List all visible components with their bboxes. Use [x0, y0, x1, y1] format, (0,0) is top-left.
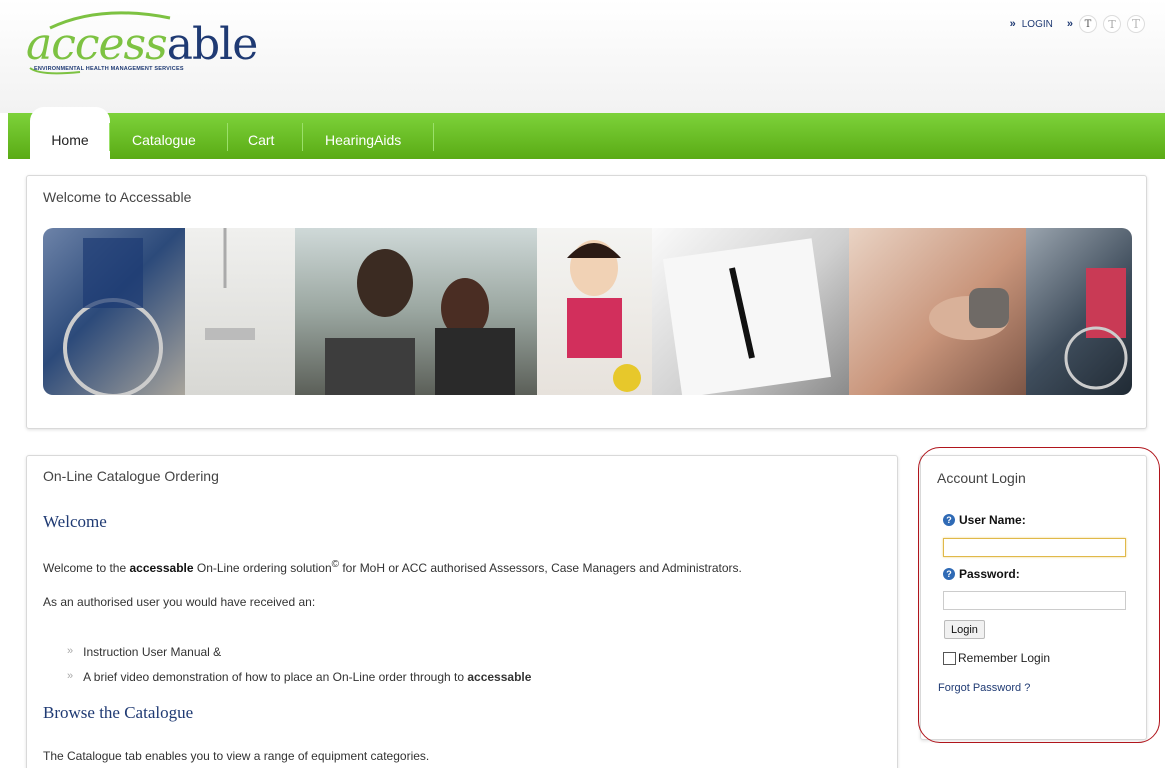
tab-hearingaids[interactable]: HearingAids — [325, 121, 401, 159]
copyright-symbol: © — [331, 559, 340, 570]
browse-heading: Browse the Catalogue — [43, 703, 194, 722]
list-item: » A brief video demonstration of how to … — [67, 670, 531, 684]
list-item-text: A brief video demonstration of how to pl… — [83, 670, 531, 684]
intro-paragraph: Welcome to the accessable On-Line orderi… — [43, 559, 742, 575]
remember-login-checkbox[interactable] — [943, 651, 956, 665]
double-chevron-right-icon: » — [1009, 18, 1016, 30]
list-item: » Instruction User Manual & — [67, 645, 221, 659]
catalogue-panel-title: On-Line Catalogue Ordering — [43, 468, 219, 484]
logo-word-able: able — [166, 19, 259, 70]
nav-separator — [109, 123, 110, 151]
banner-notebook-photo — [652, 228, 849, 395]
tab-home[interactable]: Home — [30, 107, 110, 159]
tab-cart[interactable]: Cart — [248, 121, 274, 159]
banner-office-photo — [295, 228, 537, 395]
banner-child-photo — [537, 228, 652, 395]
banner-bathroom-photo — [185, 228, 295, 395]
intro-brand: accessable — [129, 561, 194, 575]
banner-car-wheelchair-photo — [1026, 228, 1132, 395]
login-button[interactable]: Login — [944, 620, 985, 639]
top-links: » LOGIN » T T T — [1010, 15, 1145, 33]
site-header: accessable ENVIRONMENTAL HEALTH MANAGEME… — [0, 0, 1165, 113]
text-size-small-button[interactable]: T — [1079, 15, 1097, 33]
text-size-medium-button[interactable]: T — [1103, 15, 1121, 33]
welcome-panel: Welcome to Accessable — [26, 175, 1147, 429]
received-text: As an authorised user you would have rec… — [43, 595, 316, 609]
password-label: ? Password: — [943, 567, 1020, 581]
help-icon[interactable]: ? — [943, 514, 955, 526]
help-icon[interactable]: ? — [943, 568, 955, 580]
password-label-text: Password: — [959, 567, 1020, 581]
intro-text-mid: On-Line ordering solution — [193, 561, 332, 575]
catalogue-ordering-panel: On-Line Catalogue Ordering Welcome Welco… — [26, 455, 898, 768]
list-item-text: Instruction User Manual & — [83, 645, 222, 659]
account-login-panel: Account Login ? User Name: ? Password: L… — [920, 455, 1147, 740]
nav-separator — [302, 123, 303, 151]
bullet-chevron-icon: » — [67, 645, 74, 657]
main-nav: Home Catalogue Cart HearingAids — [8, 107, 1165, 159]
browse-text: The Catalogue tab enables you to view a … — [43, 749, 430, 763]
banner-wheelchair-photo — [43, 228, 185, 395]
intro-text-post: for MoH or ACC authorised Assessors, Cas… — [339, 561, 742, 575]
nav-separator — [227, 123, 228, 151]
welcome-panel-title: Welcome to Accessable — [43, 189, 192, 205]
text-size-large-button[interactable]: T — [1127, 15, 1145, 33]
forgot-password-link[interactable]: Forgot Password ? — [938, 682, 1030, 694]
username-label: ? User Name: — [943, 513, 1026, 527]
login-panel-title: Account Login — [937, 470, 1026, 486]
username-input[interactable] — [943, 538, 1126, 557]
password-input[interactable] — [943, 591, 1126, 610]
double-chevron-right-icon: » — [1066, 18, 1073, 30]
remember-login[interactable]: Remember Login — [943, 651, 1050, 665]
username-label-text: User Name: — [959, 513, 1026, 527]
accessable-logo[interactable]: accessable ENVIRONMENTAL HEALTH MANAGEME… — [20, 8, 260, 80]
remember-login-label: Remember Login — [958, 651, 1051, 665]
logo-tagline: ENVIRONMENTAL HEALTH MANAGEMENT SERVICES — [34, 66, 184, 72]
login-link[interactable]: LOGIN — [1022, 19, 1053, 30]
list-item-text-pre: A brief video demonstration of how to pl… — [83, 670, 468, 684]
banner-hearing-aid-photo — [849, 228, 1026, 395]
nav-separator — [433, 123, 434, 151]
logo-word-access: access — [26, 19, 168, 70]
hero-banner-image — [43, 228, 1132, 395]
welcome-heading: Welcome — [43, 512, 107, 531]
logo-wordmark: accessable — [26, 19, 259, 70]
list-item-brand: accessable — [467, 670, 532, 684]
bullet-chevron-icon: » — [67, 670, 74, 682]
intro-text-pre: Welcome to the — [43, 561, 130, 575]
tab-catalogue[interactable]: Catalogue — [132, 121, 196, 159]
